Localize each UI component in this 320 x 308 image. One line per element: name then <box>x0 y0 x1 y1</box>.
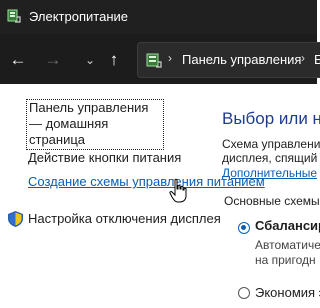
breadcrumb-separator-icon[interactable]: › <box>168 51 172 65</box>
title-bar: Электропитание <box>0 0 317 34</box>
balanced-plan-label[interactable]: Сбалансиро <box>255 218 320 233</box>
navigation-bar: ← → ⌄ ↑ › Панель управления › Б <box>0 34 320 84</box>
breadcrumb-next[interactable]: Б <box>314 52 320 67</box>
chevron-down-icon: ⌄ <box>84 53 96 67</box>
page-description: дисплея, спящий <box>222 151 318 165</box>
up-button[interactable]: ↑ <box>104 50 124 70</box>
sidebar-home-link[interactable]: Панель управления — домашняя страница <box>26 99 164 150</box>
address-bar[interactable]: › Панель управления › Б <box>137 42 320 78</box>
display-off-link[interactable]: Настройка отключения дисплея <box>28 211 221 227</box>
more-info-link[interactable]: Дополнительные <box>222 166 317 180</box>
up-arrow-icon: ↑ <box>109 50 119 69</box>
shield-icon <box>8 211 23 227</box>
power-saver-plan-label[interactable]: Экономия э <box>255 285 320 300</box>
back-arrow-icon: ← <box>9 50 27 69</box>
forward-button[interactable]: → <box>43 50 63 70</box>
power-options-icon <box>7 9 21 23</box>
balanced-plan-description: Автоматичес <box>255 238 320 252</box>
control-panel-icon <box>146 53 162 68</box>
recent-locations-button[interactable]: ⌄ <box>80 50 100 70</box>
hand-cursor-icon <box>169 178 187 203</box>
balanced-plan-radio[interactable] <box>238 222 250 234</box>
breadcrumb-separator-icon[interactable]: › <box>301 51 305 65</box>
power-button-action-link[interactable]: Действие кнопки питания <box>28 150 181 166</box>
breadcrumb-control-panel[interactable]: Панель управления <box>182 52 301 67</box>
balanced-plan-description: на пригодн <box>255 253 316 267</box>
forward-arrow-icon: → <box>44 50 62 69</box>
back-button[interactable]: ← <box>8 50 28 70</box>
window-title: Электропитание <box>29 9 128 24</box>
page-title: Выбор или на <box>222 109 320 128</box>
power-saver-plan-radio[interactable] <box>238 287 250 299</box>
page-description: Схема управления <box>222 137 320 151</box>
section-heading: Основные схемы <box>224 194 320 208</box>
